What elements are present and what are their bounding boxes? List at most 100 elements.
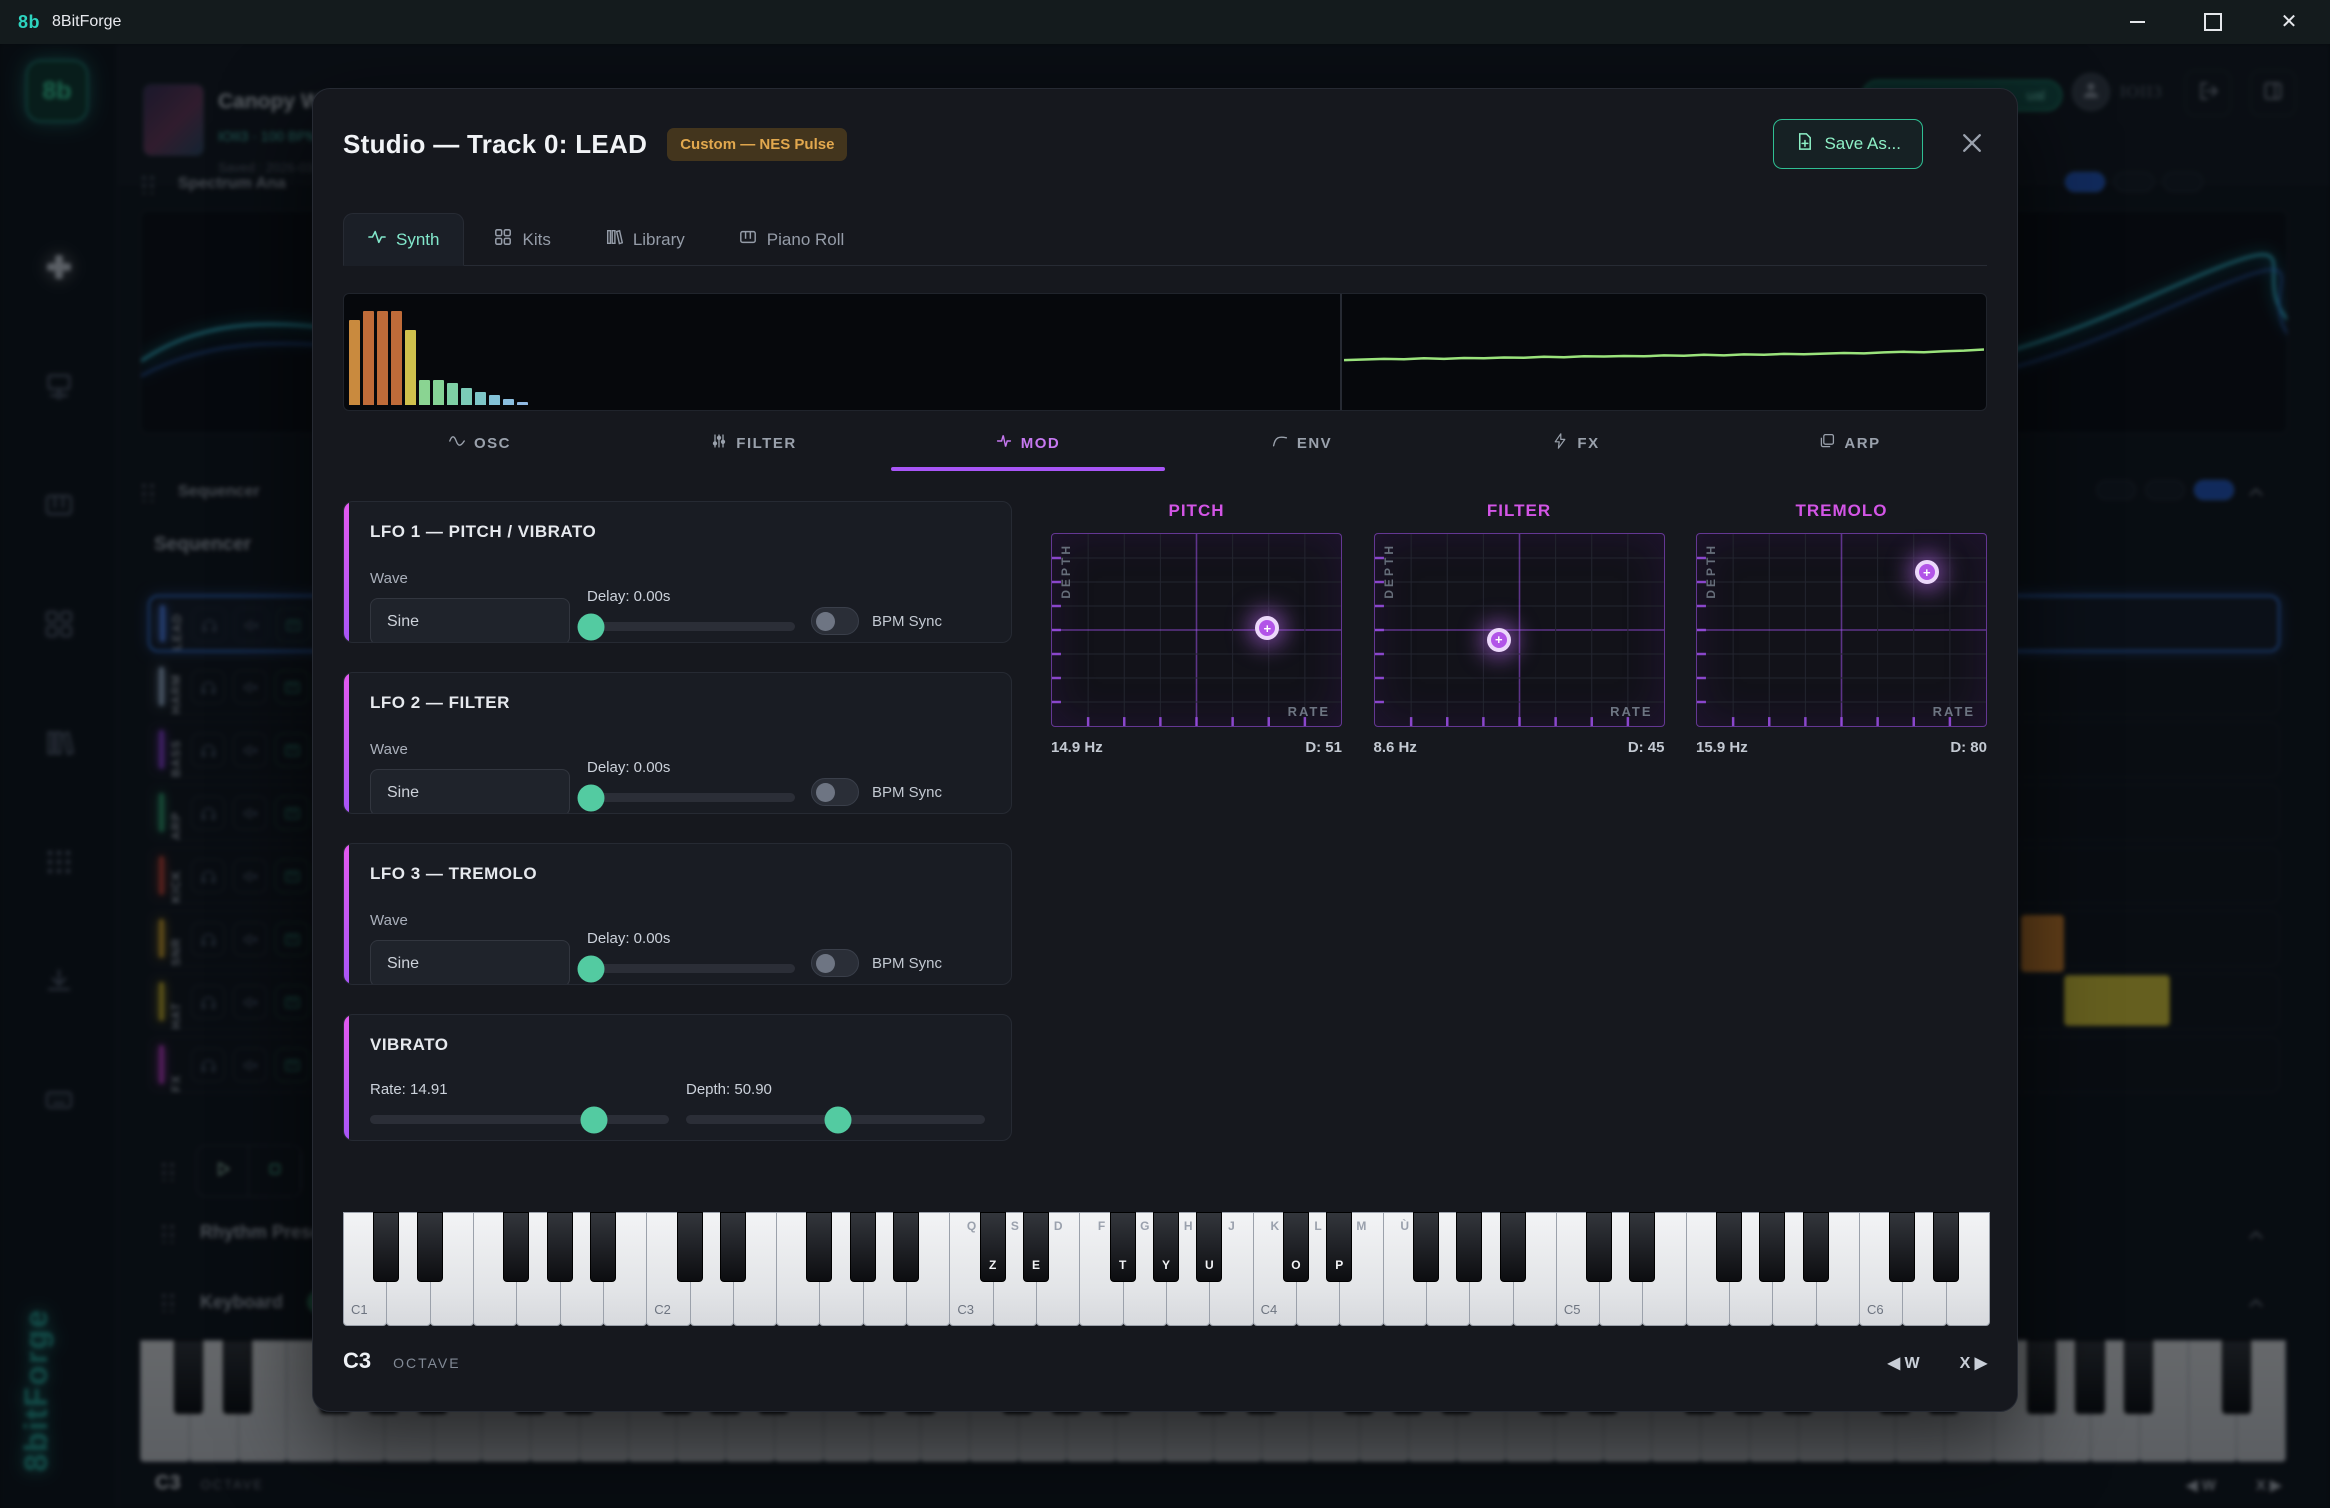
panel-accent (344, 844, 349, 984)
subtab-arp[interactable]: ARP (1713, 433, 1987, 471)
titlebar: 8b 8BitForge ✕ (0, 0, 2330, 44)
osc-icon (449, 433, 465, 453)
rate-value: 8.6 Hz (1374, 739, 1417, 756)
black-key-Cs6[interactable] (1889, 1212, 1915, 1282)
vibrato-depth-label: Depth: 50.90 (686, 1081, 985, 1098)
subtab-fx[interactable]: FX (1439, 433, 1713, 471)
wave-select[interactable]: Sine (370, 769, 570, 814)
tab-piano-roll[interactable]: Piano Roll (715, 213, 869, 266)
black-key-Cs1[interactable] (373, 1212, 399, 1282)
black-key-Gs3[interactable]: Y (1153, 1212, 1179, 1282)
toggle-knob (816, 954, 835, 973)
depth-value: D: 45 (1628, 739, 1665, 756)
black-key-As4[interactable] (1500, 1212, 1526, 1282)
octave-label: C1 (351, 1302, 368, 1317)
xy-pad-pitch: PITCHDEPTHRATE+14.9 HzD: 51 (1051, 501, 1342, 756)
pad-handle[interactable]: + (1255, 616, 1279, 640)
vibrato-rate-thumb[interactable] (581, 1106, 608, 1133)
delay-slider-thumb[interactable] (578, 613, 605, 640)
bpm-sync-toggle[interactable] (811, 778, 859, 806)
vibrato-depth-slider[interactable] (686, 1115, 985, 1124)
black-key-Fs3[interactable]: T (1110, 1212, 1136, 1282)
oscilloscope (1344, 294, 1984, 411)
wave-select[interactable]: Sine (370, 598, 570, 643)
pad-surface[interactable]: DEPTHRATE+ (1696, 533, 1987, 727)
black-key-Gs5[interactable] (1759, 1212, 1785, 1282)
bpm-sync-toggle[interactable] (811, 607, 859, 635)
pad-surface[interactable]: DEPTHRATE+ (1374, 533, 1665, 727)
spectrum-bar (433, 380, 444, 405)
bpm-sync-label: BPM Sync (872, 955, 942, 972)
pad-surface[interactable]: DEPTHRATE+ (1051, 533, 1342, 727)
lfo-panel-title: LFO 1 — PITCH / VIBRATO (370, 522, 985, 542)
octave-down-button[interactable]: ◀ W (1888, 1353, 1920, 1373)
minimize-icon[interactable] (2126, 11, 2148, 33)
black-key-As3[interactable]: U (1196, 1212, 1222, 1282)
close-modal-button[interactable] (1959, 130, 1987, 158)
maximize-icon[interactable] (2202, 11, 2224, 33)
delay-slider[interactable] (587, 793, 795, 802)
black-key-Gs1[interactable] (547, 1212, 573, 1282)
delay-field: Delay: 0.00s (587, 930, 795, 973)
app-title: 8BitForge (52, 13, 121, 31)
black-key-Cs2[interactable] (677, 1212, 703, 1282)
spectrum-bar (363, 311, 374, 405)
wave-icon (368, 228, 386, 251)
black-key-Ds3[interactable]: E (1023, 1212, 1049, 1282)
octave-up-button[interactable]: X ▶ (1960, 1353, 1987, 1373)
tab-synth[interactable]: Synth (343, 213, 464, 266)
black-key-Ds2[interactable] (720, 1212, 746, 1282)
black-key-Gs2[interactable] (850, 1212, 876, 1282)
black-key-Cs3[interactable]: Z (980, 1212, 1006, 1282)
pad-handle[interactable]: + (1487, 628, 1511, 652)
subtab-mod[interactable]: MOD (891, 433, 1165, 471)
black-key-Ds6[interactable] (1933, 1212, 1959, 1282)
delay-slider[interactable] (587, 964, 795, 973)
synth-visualizer (343, 293, 1987, 411)
delay-slider-thumb[interactable] (578, 784, 605, 811)
waveform-line (1344, 350, 1984, 361)
wave-value: Sine (387, 613, 419, 631)
lfo-panel-title: LFO 2 — FILTER (370, 693, 985, 713)
subtab-osc[interactable]: OSC (343, 433, 617, 471)
black-key-As1[interactable] (590, 1212, 616, 1282)
black-key-Fs2[interactable] (806, 1212, 832, 1282)
toggle-knob (816, 612, 835, 631)
close-window-icon[interactable]: ✕ (2278, 11, 2300, 33)
vibrato-depth-thumb[interactable] (825, 1106, 852, 1133)
black-key-Cs4[interactable]: O (1283, 1212, 1309, 1282)
save-as-button[interactable]: Save As... (1773, 119, 1923, 169)
fx-icon (1552, 433, 1568, 453)
pad-handle[interactable]: + (1915, 560, 1939, 584)
black-key-Fs4[interactable] (1413, 1212, 1439, 1282)
octave-label: OCTAVE (393, 1355, 461, 1371)
wave-select[interactable]: Sine (370, 940, 570, 985)
bpm-sync-toggle[interactable] (811, 949, 859, 977)
subtab-filter[interactable]: FILTER (617, 433, 891, 471)
studio-modal: Studio — Track 0: LEAD Custom — NES Puls… (312, 88, 2018, 1412)
black-key-As5[interactable] (1803, 1212, 1829, 1282)
books-icon (605, 228, 623, 251)
rate-axis-label: RATE (1610, 704, 1652, 719)
black-key-Fs1[interactable] (503, 1212, 529, 1282)
rate-axis-label: RATE (1288, 704, 1330, 719)
subtab-env[interactable]: ENV (1165, 433, 1439, 471)
wave-field: WaveSine (370, 741, 570, 814)
black-key-Ds5[interactable] (1629, 1212, 1655, 1282)
spectrum-bar (489, 395, 500, 405)
delay-slider-thumb[interactable] (578, 955, 605, 982)
subtab-label: MOD (1021, 435, 1061, 452)
black-key-Fs5[interactable] (1716, 1212, 1742, 1282)
tab-kits[interactable]: Kits (470, 213, 574, 266)
rate-axis-label: RATE (1933, 704, 1975, 719)
black-key-Ds1[interactable] (417, 1212, 443, 1282)
mod-icon (996, 433, 1012, 453)
black-key-Gs4[interactable] (1456, 1212, 1482, 1282)
arp-icon (1819, 433, 1835, 453)
black-key-As2[interactable] (893, 1212, 919, 1282)
vibrato-rate-slider[interactable] (370, 1115, 669, 1124)
black-key-Ds4[interactable]: P (1326, 1212, 1352, 1282)
tab-library[interactable]: Library (581, 213, 709, 266)
delay-slider[interactable] (587, 622, 795, 631)
black-key-Cs5[interactable] (1586, 1212, 1612, 1282)
